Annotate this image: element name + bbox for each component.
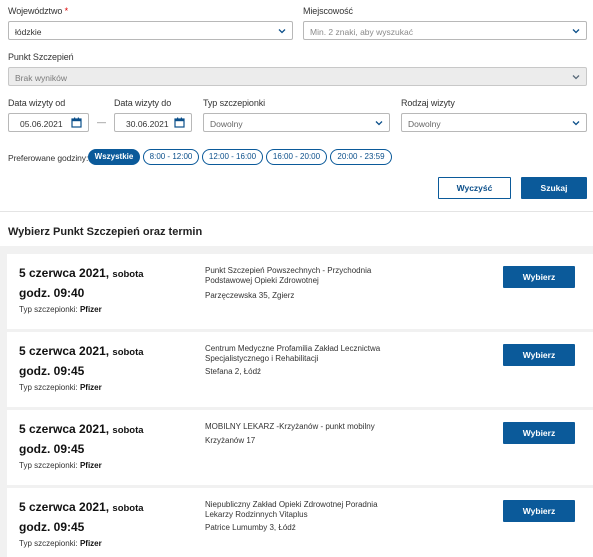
slot-vaccine: Typ szczepionki: Pfizer bbox=[19, 461, 102, 470]
calendar-icon[interactable] bbox=[174, 117, 185, 130]
voivodeship-select[interactable]: łódzkie bbox=[8, 21, 293, 40]
hours-chip-8-12[interactable]: 8:00 - 12:00 bbox=[143, 149, 199, 165]
chevron-down-icon bbox=[572, 27, 580, 35]
slot-time: godz. 09:45 bbox=[19, 442, 85, 456]
city-placeholder: Min. 2 znaki, aby wyszukać bbox=[310, 27, 413, 37]
slot-date-text: 5 czerwca 2021, bbox=[19, 422, 110, 436]
visit-kind-value: Dowolny bbox=[408, 119, 441, 129]
slot-date-text: 5 czerwca 2021, bbox=[19, 344, 110, 358]
choose-slot-button[interactable]: Wybierz bbox=[503, 500, 575, 522]
date-to-input[interactable]: 30.06.2021 bbox=[114, 113, 192, 132]
search-button[interactable]: Szukaj bbox=[521, 177, 587, 199]
result-card: 5 czerwca 2021, sobota godz. 09:40 Typ s… bbox=[7, 254, 593, 329]
point-label: Punkt Szczepień bbox=[8, 52, 74, 62]
chevron-down-icon bbox=[572, 119, 580, 127]
vaccine-label: Typ szczepionki: bbox=[19, 383, 78, 392]
slot-place: Niepubliczny Zakład Opieki Zdrowotnej Po… bbox=[205, 500, 378, 519]
date-from-label: Data wizyty od bbox=[8, 98, 66, 108]
slot-time: godz. 09:40 bbox=[19, 286, 85, 300]
slot-vaccine: Typ szczepionki: Pfizer bbox=[19, 305, 102, 314]
chevron-down-icon bbox=[375, 119, 383, 127]
slot-weekday: sobota bbox=[112, 425, 144, 436]
slot-address: Krzyżanów 17 bbox=[205, 436, 256, 445]
vaccine-label: Typ szczepionki: bbox=[19, 461, 78, 470]
vaccine-type-value: Dowolny bbox=[210, 119, 243, 129]
point-select[interactable]: Brak wyników bbox=[8, 67, 587, 86]
slot-address: Patrice Lumumby 3, Łódź bbox=[205, 523, 296, 532]
visit-kind-label: Rodzaj wizyty bbox=[401, 98, 455, 108]
vaccine-label: Typ szczepionki: bbox=[19, 305, 78, 314]
slot-place: Punkt Szczepień Powszechnych - Przychodn… bbox=[205, 266, 372, 285]
slot-place: MOBILNY LEKARZ -Krzyżanów - punkt mobiln… bbox=[205, 422, 375, 431]
preferred-hours-label: Preferowane godziny: bbox=[8, 153, 89, 163]
slot-date-text: 5 czerwca 2021, bbox=[19, 266, 110, 280]
slot-date: 5 czerwca 2021, sobota bbox=[19, 266, 144, 280]
city-label: Miejscowość bbox=[303, 6, 353, 16]
slot-address: Stefana 2, Łódź bbox=[205, 367, 262, 376]
choose-slot-button[interactable]: Wybierz bbox=[503, 266, 575, 288]
choose-slot-button[interactable]: Wybierz bbox=[503, 344, 575, 366]
slot-date: 5 czerwca 2021, sobota bbox=[19, 344, 144, 358]
result-card: 5 czerwca 2021, sobota godz. 09:45 Typ s… bbox=[7, 488, 593, 557]
date-range-separator: — bbox=[97, 117, 106, 127]
slot-weekday: sobota bbox=[112, 347, 144, 358]
date-to-value: 30.06.2021 bbox=[126, 119, 169, 129]
date-from-value: 05.06.2021 bbox=[20, 119, 63, 129]
hours-chip-16-20[interactable]: 16:00 - 20:00 bbox=[266, 149, 327, 165]
result-card: 5 czerwca 2021, sobota godz. 09:45 Typ s… bbox=[7, 332, 593, 407]
vaccine-value: Pfizer bbox=[79, 461, 102, 470]
city-input[interactable]: Min. 2 znaki, aby wyszukać bbox=[303, 21, 587, 40]
vaccine-label: Typ szczepionki: bbox=[19, 539, 78, 548]
voivodeship-label-text: Województwo bbox=[8, 6, 63, 16]
slot-weekday: sobota bbox=[112, 503, 144, 514]
vaccine-value: Pfizer bbox=[79, 383, 102, 392]
date-from-input[interactable]: 05.06.2021 bbox=[8, 113, 89, 132]
slot-time: godz. 09:45 bbox=[19, 364, 85, 378]
chevron-down-icon bbox=[572, 73, 580, 81]
slot-date-text: 5 czerwca 2021, bbox=[19, 500, 110, 514]
voivodeship-label: Województwo * bbox=[8, 6, 68, 16]
vaccine-type-select[interactable]: Dowolny bbox=[203, 113, 390, 132]
vaccine-value: Pfizer bbox=[79, 539, 102, 548]
slot-time: godz. 09:45 bbox=[19, 520, 85, 534]
date-to-label: Data wizyty do bbox=[114, 98, 172, 108]
slot-vaccine: Typ szczepionki: Pfizer bbox=[19, 383, 102, 392]
hours-chip-all[interactable]: Wszystkie bbox=[88, 149, 140, 165]
hours-chip-12-16[interactable]: 12:00 - 16:00 bbox=[202, 149, 263, 165]
slot-address: Parzęczewska 35, Zgierz bbox=[205, 291, 295, 300]
visit-kind-select[interactable]: Dowolny bbox=[401, 113, 587, 132]
vaccine-type-label: Typ szczepionki bbox=[203, 98, 266, 108]
slot-weekday: sobota bbox=[112, 269, 144, 280]
clear-button[interactable]: Wyczyść bbox=[438, 177, 511, 199]
result-card: 5 czerwca 2021, sobota godz. 09:45 Typ s… bbox=[7, 410, 593, 485]
hours-chip-20-24[interactable]: 20:00 - 23:59 bbox=[330, 149, 392, 165]
calendar-icon[interactable] bbox=[71, 117, 82, 130]
choose-slot-button[interactable]: Wybierz bbox=[503, 422, 575, 444]
required-mark: * bbox=[64, 6, 69, 16]
voivodeship-value: łódzkie bbox=[15, 27, 42, 37]
slot-vaccine: Typ szczepionki: Pfizer bbox=[19, 539, 102, 548]
slot-date: 5 czerwca 2021, sobota bbox=[19, 422, 144, 436]
results-title: Wybierz Punkt Szczepień oraz termin bbox=[8, 226, 203, 238]
chevron-down-icon bbox=[278, 27, 286, 35]
slot-date: 5 czerwca 2021, sobota bbox=[19, 500, 144, 514]
slot-place: Centrum Medyczne Profamilia Zakład Leczn… bbox=[205, 344, 381, 363]
point-value: Brak wyników bbox=[15, 73, 67, 83]
vaccine-value: Pfizer bbox=[79, 305, 102, 314]
divider bbox=[0, 211, 593, 212]
